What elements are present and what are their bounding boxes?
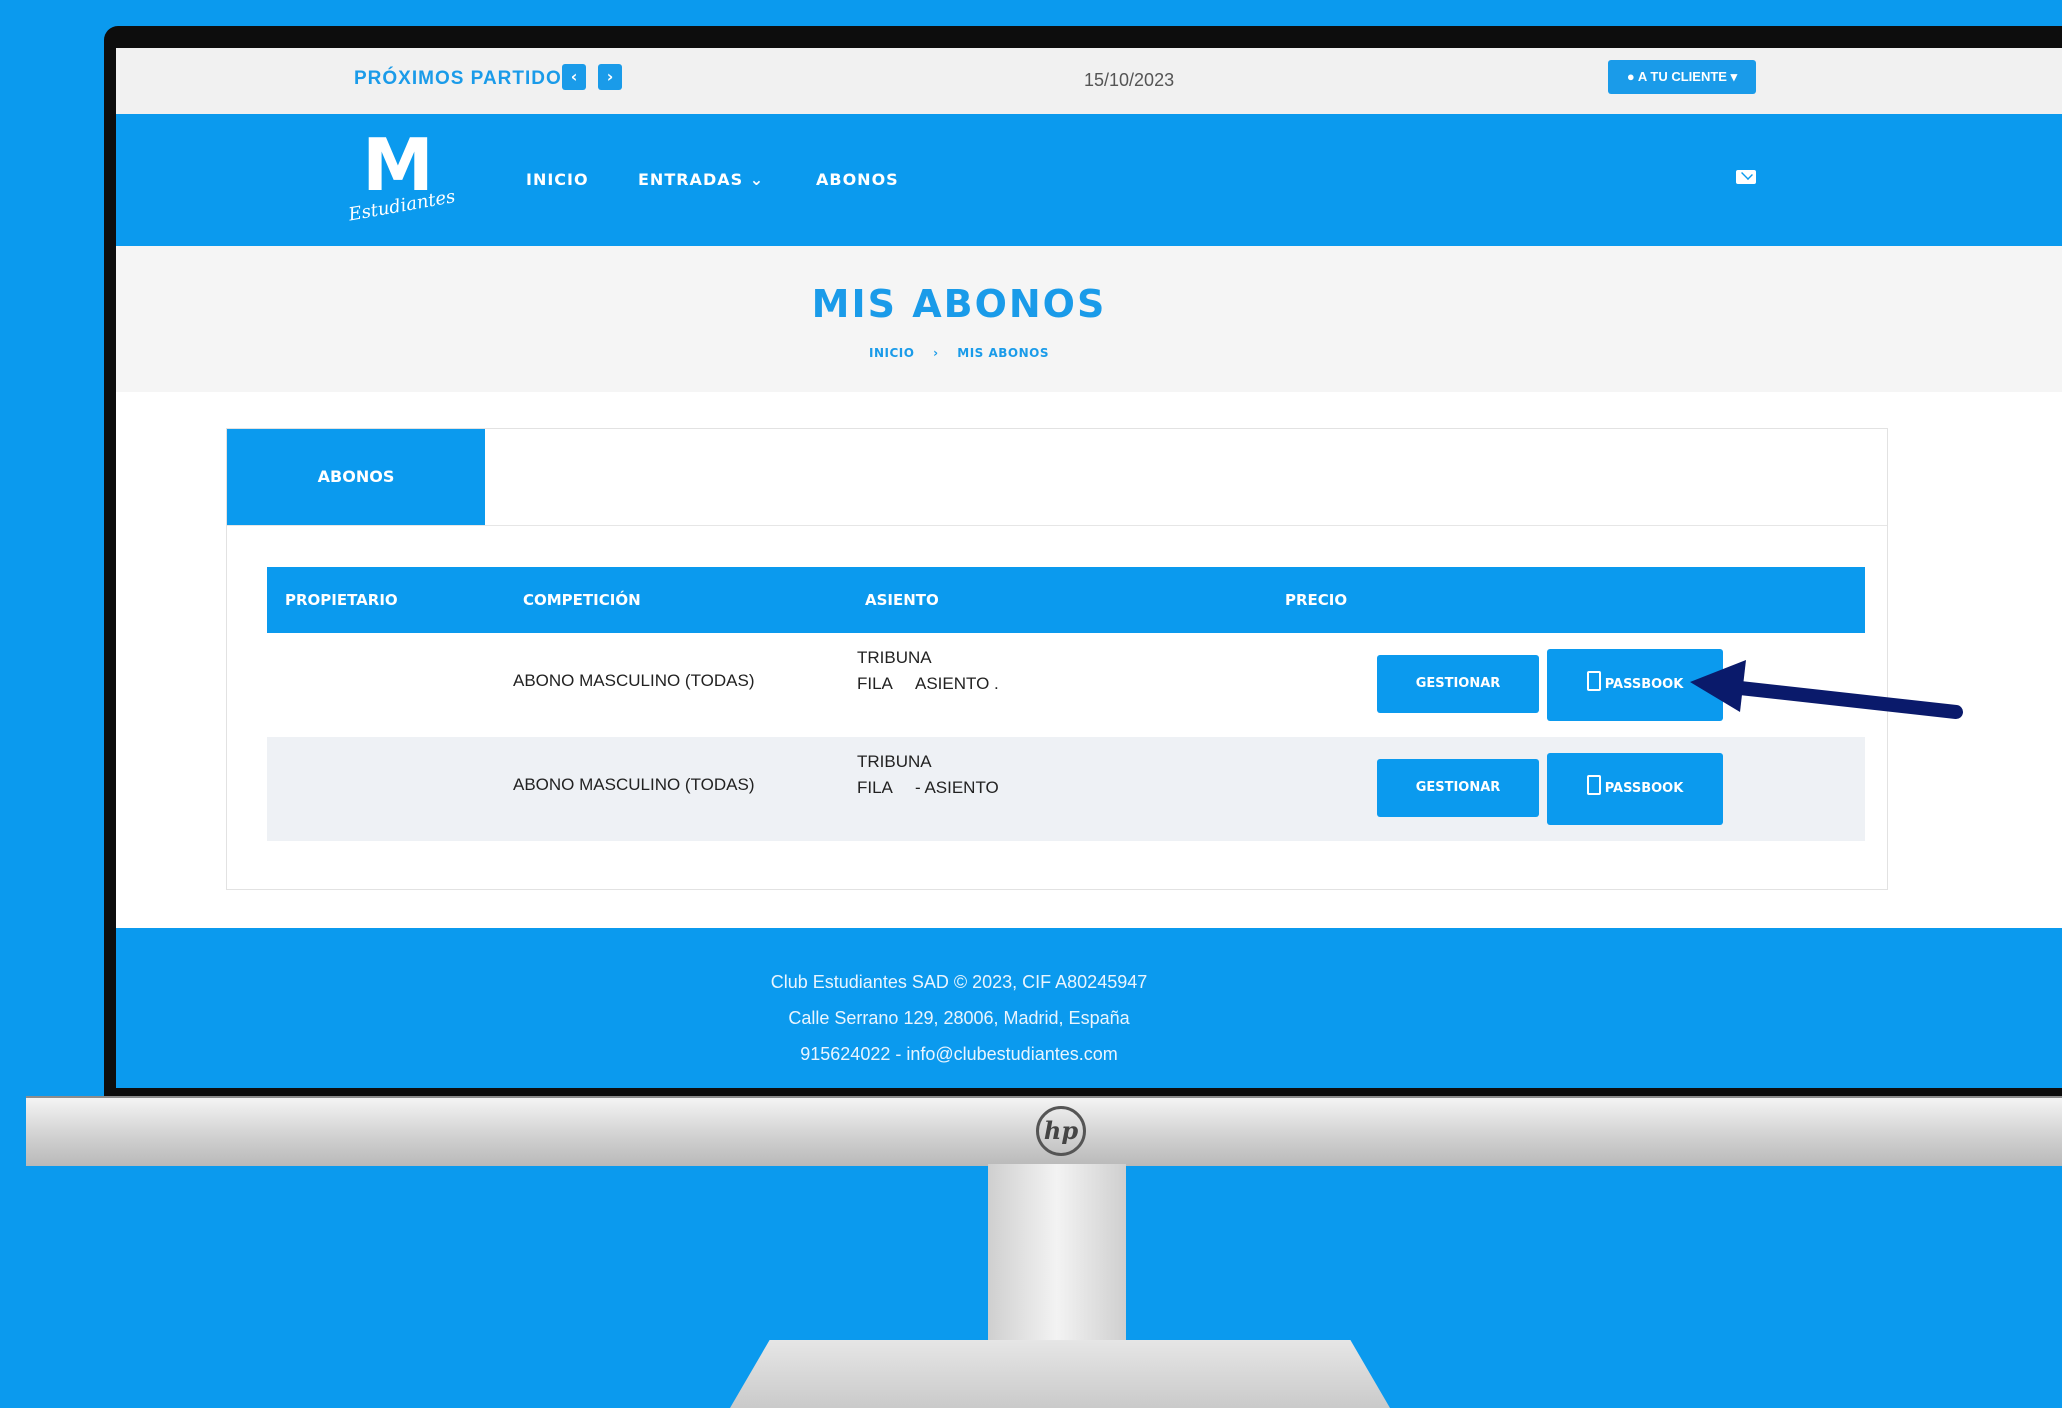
annotation-arrow-icon [1690,660,1963,719]
